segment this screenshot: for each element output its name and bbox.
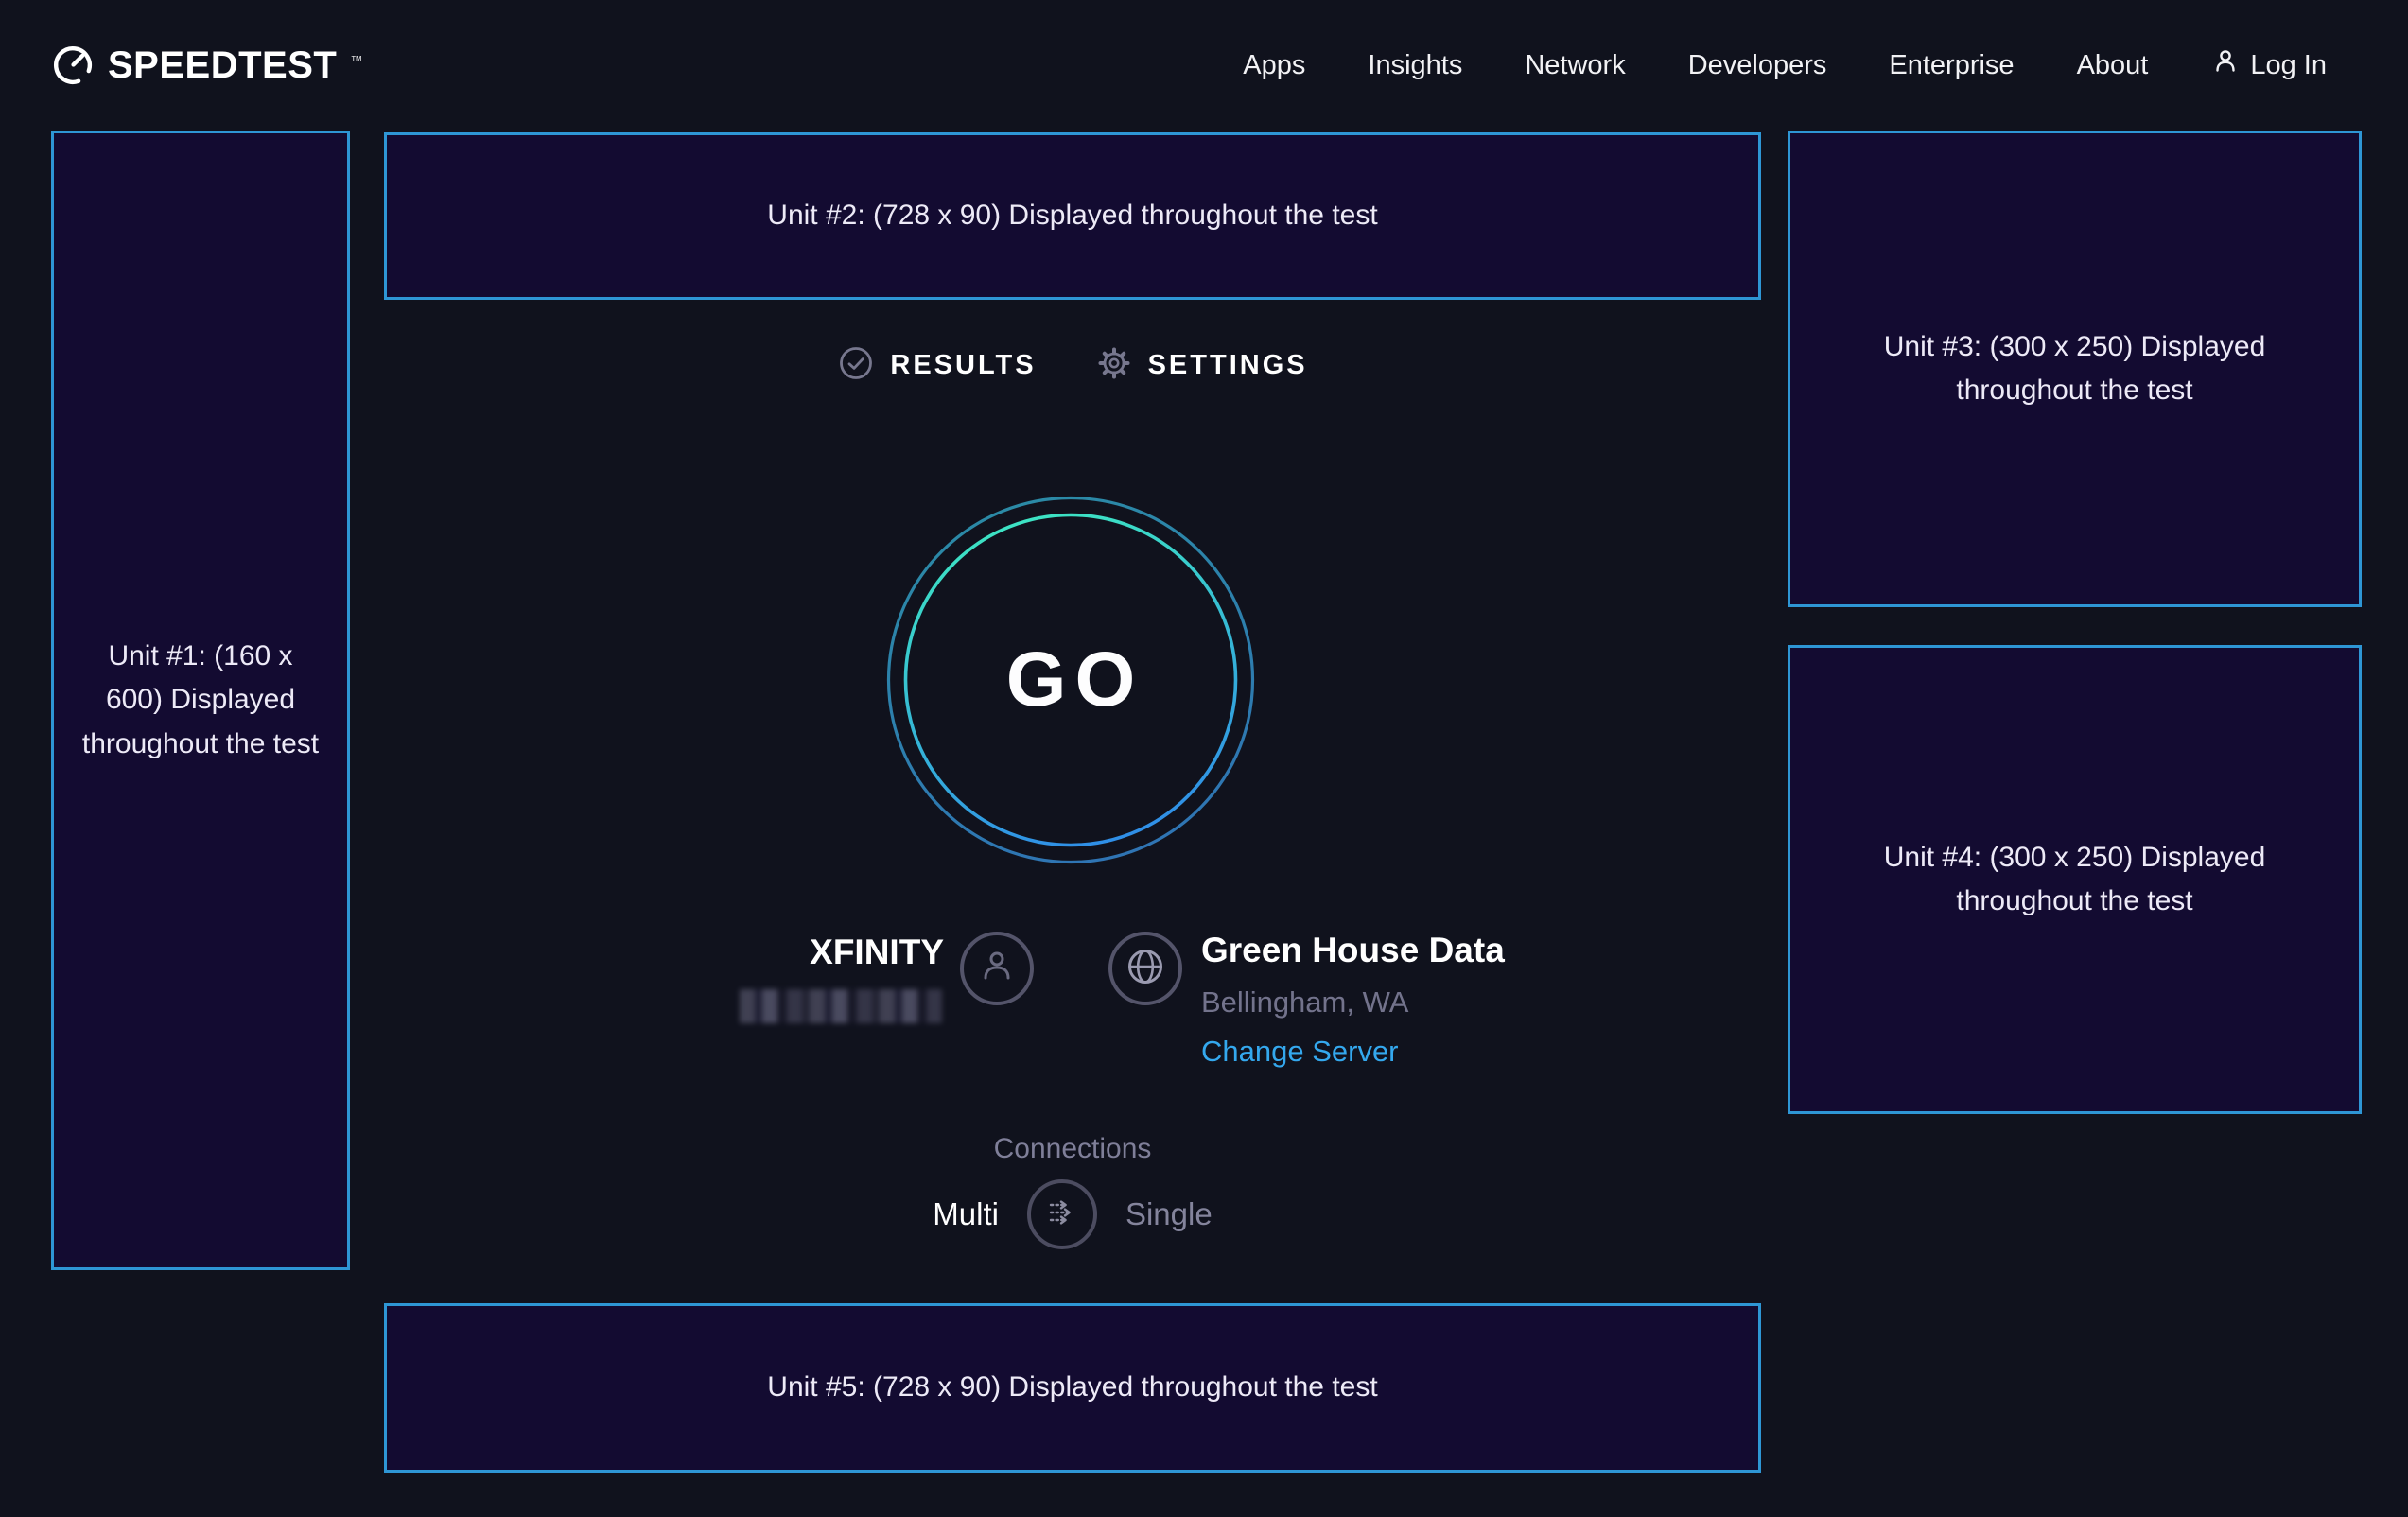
person-icon xyxy=(976,946,1018,992)
server-name: Green House Data xyxy=(1201,931,1505,970)
tab-settings-label: SETTINGS xyxy=(1148,350,1308,381)
ad-unit-1: Unit #1: (160 x 600) Displayed throughou… xyxy=(51,131,350,1270)
change-server-link[interactable]: Change Server xyxy=(1201,1035,1399,1069)
connections-label: Connections xyxy=(384,1133,1761,1165)
ad-unit-3-label: Unit #3: (300 x 250) Displayed throughou… xyxy=(1881,325,2269,413)
user-icon xyxy=(2210,46,2241,84)
connections-toggle-row: Multi Single xyxy=(384,1179,1761,1249)
go-label: GO xyxy=(886,496,1255,864)
tabs-bar: RESULTS SETTINGS xyxy=(384,344,1761,387)
gear-icon xyxy=(1095,344,1133,387)
nav-developers[interactable]: Developers xyxy=(1688,50,1827,81)
server-location: Bellingham, WA xyxy=(1201,985,1408,1020)
nav-insights[interactable]: Insights xyxy=(1368,50,1462,81)
ad-unit-2: Unit #2: (728 x 90) Displayed throughout… xyxy=(384,132,1761,300)
logo-text: SPEEDTEST xyxy=(108,44,337,87)
login-button[interactable]: Log In xyxy=(2210,46,2327,84)
go-button[interactable]: GO xyxy=(886,496,1255,864)
login-label: Log In xyxy=(2250,50,2327,81)
ad-unit-5: Unit #5: (728 x 90) Displayed throughout… xyxy=(384,1303,1761,1473)
ad-unit-4-label: Unit #4: (300 x 250) Displayed throughou… xyxy=(1881,836,2269,924)
ad-unit-1-label: Unit #1: (160 x 600) Displayed throughou… xyxy=(81,635,320,767)
speedtest-page: { "brand": { "name": "SPEEDTEST", "trade… xyxy=(0,0,2408,1517)
logo-trademark: ™ xyxy=(350,53,362,67)
connections-single-option[interactable]: Single xyxy=(1125,1196,1213,1232)
tab-settings[interactable]: SETTINGS xyxy=(1095,344,1308,387)
isp-name: XFINITY xyxy=(736,933,944,972)
ad-unit-2-label: Unit #2: (728 x 90) Displayed throughout… xyxy=(767,194,1377,238)
nav-apps[interactable]: Apps xyxy=(1243,50,1305,81)
ad-unit-4: Unit #4: (300 x 250) Displayed throughou… xyxy=(1788,645,2362,1114)
ad-unit-3: Unit #3: (300 x 250) Displayed throughou… xyxy=(1788,131,2362,607)
header: SPEEDTEST ™ Apps Insights Network Develo… xyxy=(0,0,2408,131)
server-avatar xyxy=(1108,932,1182,1005)
speedtest-logo[interactable]: SPEEDTEST ™ xyxy=(51,44,362,87)
nav-enterprise[interactable]: Enterprise xyxy=(1889,50,2014,81)
main-nav: Apps Insights Network Developers Enterpr… xyxy=(1243,46,2327,84)
globe-icon xyxy=(1124,945,1167,993)
check-circle-icon xyxy=(837,344,875,387)
nav-about[interactable]: About xyxy=(2077,50,2149,81)
nav-network[interactable]: Network xyxy=(1525,50,1625,81)
connections-multi-option[interactable]: Multi xyxy=(933,1196,999,1232)
tab-results-label: RESULTS xyxy=(890,350,1036,381)
speedometer-icon xyxy=(51,44,95,87)
isp-redacted-detail xyxy=(740,989,942,1023)
tab-results[interactable]: RESULTS xyxy=(837,344,1036,387)
connections-toggle[interactable] xyxy=(1027,1179,1097,1249)
isp-avatar xyxy=(960,932,1034,1005)
ad-unit-5-label: Unit #5: (728 x 90) Displayed throughout… xyxy=(767,1366,1377,1410)
multi-arrows-icon xyxy=(1042,1193,1082,1237)
